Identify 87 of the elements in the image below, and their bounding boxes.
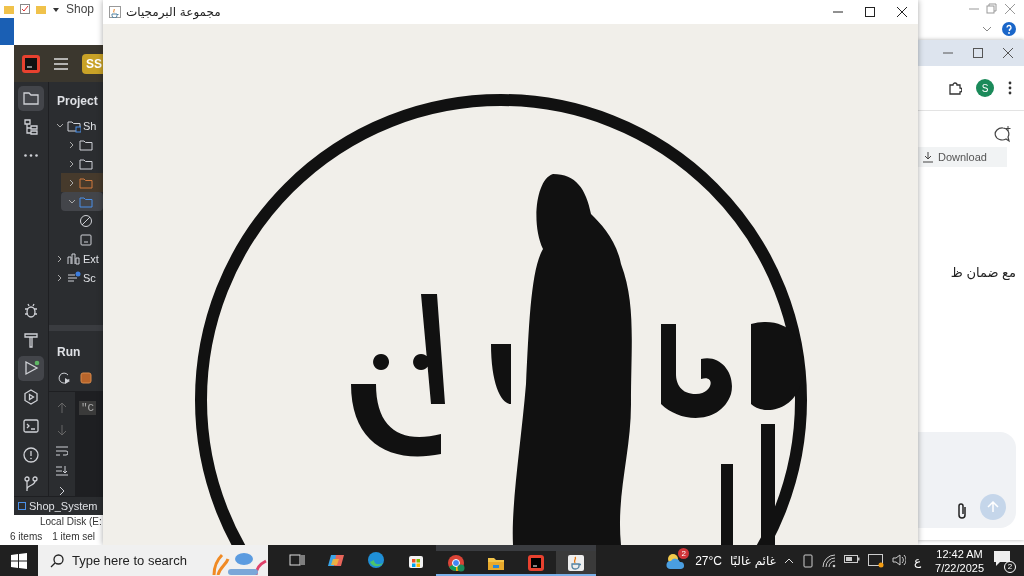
services-icon	[22, 388, 40, 407]
panel-title[interactable]: Run	[49, 331, 103, 367]
taskbar-app-button[interactable]	[436, 545, 476, 576]
notification-count: 2	[1004, 560, 1016, 573]
kebab-menu-icon[interactable]	[1008, 81, 1012, 95]
language-indicator[interactable]: ع	[913, 553, 922, 568]
structure-icon	[22, 118, 40, 137]
avatar[interactable]: S	[976, 79, 994, 97]
branch-icon	[22, 474, 40, 493]
maximize-icon[interactable]	[864, 6, 876, 18]
more-icon	[24, 154, 38, 158]
speaker-icon[interactable]	[891, 553, 906, 566]
dropdown-icon[interactable]	[52, 5, 60, 13]
taskbar-app-button[interactable]	[556, 545, 596, 576]
stop-icon[interactable]	[79, 371, 93, 385]
chat-bubble-icon	[992, 548, 1012, 567]
rerun-icon[interactable]	[57, 371, 71, 385]
status-text: 6 items	[10, 531, 43, 542]
window-title: Shop	[66, 2, 95, 16]
search-icon	[50, 553, 64, 568]
clock-time[interactable]: 12:42 AM	[936, 546, 983, 561]
clock-date[interactable]: 7/22/2025	[935, 560, 984, 575]
nav-item[interactable]: Local Disk (E:	[40, 516, 102, 528]
hammer-icon	[22, 330, 40, 349]
terminal-icon	[22, 417, 40, 436]
weather-widget[interactable]: 2	[665, 550, 688, 571]
folder-icon	[22, 89, 40, 108]
arrow-up-icon	[987, 501, 999, 513]
problems-icon	[22, 445, 40, 464]
close-icon[interactable]	[896, 6, 908, 18]
folder-icon	[79, 156, 93, 171]
wrap-icon[interactable]	[56, 446, 68, 456]
help-icon[interactable]	[1002, 22, 1016, 36]
run-tool-button[interactable]	[18, 356, 44, 381]
file-icon	[79, 232, 93, 247]
device-icon[interactable]	[801, 553, 814, 568]
java-icon	[109, 6, 121, 18]
puzzle-icon[interactable]	[948, 81, 962, 95]
library-icon	[67, 251, 81, 266]
tree-row[interactable]: Sc	[49, 268, 103, 287]
battery-icon[interactable]	[843, 553, 860, 564]
tree-row[interactable]: Ext	[49, 249, 103, 268]
panel-title[interactable]: Project	[49, 82, 103, 116]
java-icon	[567, 553, 585, 572]
checklist-icon[interactable]	[20, 4, 30, 14]
weather-text[interactable]: غائم غالبًا	[729, 553, 776, 568]
scroll-end-icon[interactable]	[56, 466, 68, 476]
menu-icon[interactable]	[54, 57, 68, 70]
notifications-button[interactable]: 2	[992, 548, 1016, 573]
run-icon	[22, 359, 40, 378]
app-logo-icon[interactable]	[22, 54, 40, 73]
folder-icon	[79, 175, 93, 190]
ide-icon	[527, 553, 545, 572]
status-text: 1 item sel	[52, 531, 96, 542]
search-field[interactable]: Type here to search	[38, 545, 268, 576]
download-icon	[922, 151, 934, 163]
arrow-down-icon[interactable]	[57, 424, 67, 436]
temperature-text[interactable]: 27°C	[695, 553, 722, 568]
search-input[interactable]: Type here to search	[72, 553, 202, 568]
edge-icon	[367, 550, 385, 569]
breadcrumb[interactable]: Shop_System	[29, 500, 98, 512]
window-title: مجموعة البرمجيات	[126, 5, 221, 19]
monitor-icon[interactable]	[867, 553, 884, 568]
folder-tool-button[interactable]	[18, 86, 44, 111]
attach-icon[interactable]	[956, 502, 968, 520]
message-text: مع ضمان ظ	[950, 265, 1016, 280]
download-button[interactable]: Download	[918, 147, 1007, 167]
arrow-up-icon[interactable]	[57, 402, 67, 414]
wifi-icon[interactable]	[821, 553, 836, 568]
chevron-right-icon[interactable]	[58, 486, 66, 496]
chrome-icon	[447, 553, 465, 572]
chevron-up-icon[interactable]	[783, 556, 794, 565]
module-icon	[18, 502, 26, 510]
folder-icon	[79, 194, 93, 209]
notification-badge: 2	[678, 547, 690, 559]
scratch-icon	[67, 270, 81, 285]
tree-row[interactable]: Sh	[49, 116, 103, 135]
blocked-icon	[79, 213, 93, 228]
folder-icon	[79, 137, 93, 152]
new-chat-icon[interactable]	[994, 125, 1012, 143]
chevron-down-icon[interactable]	[982, 25, 992, 33]
bug-icon	[22, 301, 40, 320]
message-input[interactable]	[918, 432, 1016, 528]
windows-logo-icon	[11, 552, 27, 569]
taskbar-app-button[interactable]	[476, 545, 516, 576]
module-folder-icon	[67, 118, 81, 133]
console-text: "C	[79, 401, 97, 415]
